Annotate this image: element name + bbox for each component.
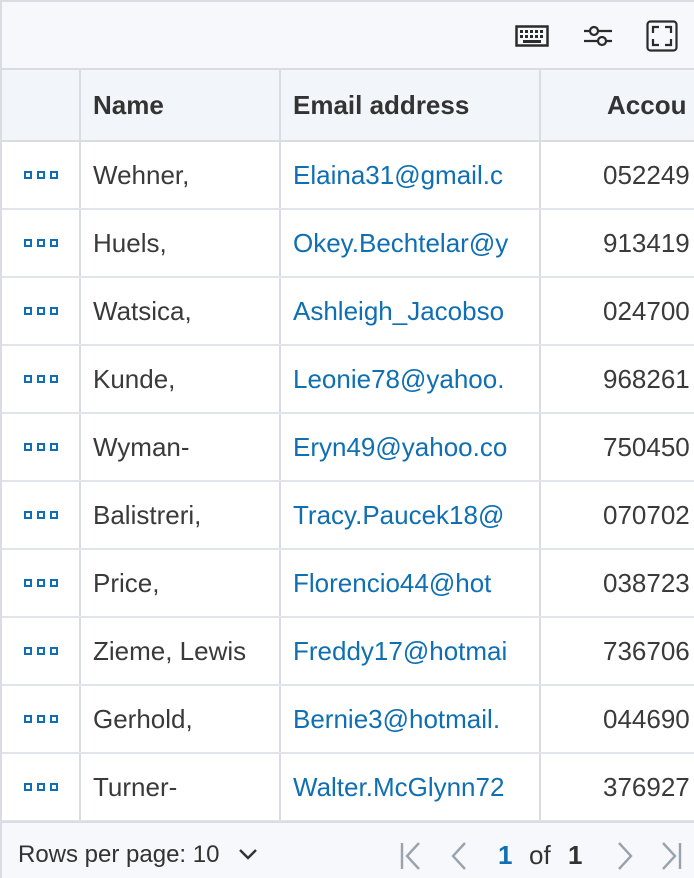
- more-options-icon: [23, 171, 58, 179]
- table-row: Turner- Walter.McGlynn72 376927: [2, 754, 694, 821]
- cell-account: 070702: [603, 499, 690, 530]
- cell-email-link[interactable]: Bernie3@hotmail.: [281, 686, 541, 752]
- cell-email-link[interactable]: Okey.Bechtelar@y: [281, 210, 541, 276]
- more-options-icon: [23, 239, 58, 247]
- more-options-icon: [23, 783, 58, 791]
- cell-account: 376927: [603, 771, 690, 802]
- cell-account: 913419: [603, 227, 690, 258]
- cell-account: 038723: [603, 567, 690, 598]
- table-row: Zieme, Lewis Freddy17@hotmai 736706: [2, 618, 694, 686]
- more-options-icon: [23, 443, 58, 451]
- keyboard-icon: [515, 25, 549, 47]
- cell-name: Zieme, Lewis: [81, 618, 281, 684]
- cell-account: 044690: [603, 703, 690, 734]
- table-header-row: Name Email address Accou: [2, 68, 694, 142]
- current-page[interactable]: 1: [498, 840, 512, 871]
- row-actions-button[interactable]: [2, 686, 81, 752]
- more-options-icon: [23, 511, 58, 519]
- cell-email-link[interactable]: Ashleigh_Jacobso: [281, 278, 541, 344]
- first-page-icon[interactable]: [400, 841, 422, 871]
- cell-name: Balistreri,: [81, 482, 281, 548]
- table-row: Wehner, Elaina31@gmail.c 052249: [2, 142, 694, 210]
- table-row: Watsica, Ashleigh_Jacobso 024700: [2, 278, 694, 346]
- cell-name: Gerhold,: [81, 686, 281, 752]
- row-actions-button[interactable]: [2, 210, 81, 276]
- cell-email-link[interactable]: Walter.McGlynn72: [281, 754, 541, 820]
- pagination-bar: Rows per page: 10 1 of 1: [0, 821, 694, 878]
- row-actions-button[interactable]: [2, 618, 81, 684]
- next-page-icon[interactable]: [616, 841, 634, 871]
- cell-name: Kunde,: [81, 346, 281, 412]
- sliders-icon: [584, 25, 612, 47]
- table-row: Gerhold, Bernie3@hotmail. 044690: [2, 686, 694, 754]
- last-page-icon[interactable]: [660, 841, 682, 871]
- row-actions-button[interactable]: [2, 482, 81, 548]
- more-options-icon: [23, 307, 58, 315]
- fullscreen-icon: [646, 20, 678, 52]
- cell-account: 750450: [603, 431, 690, 462]
- cell-account: 052249: [603, 159, 690, 190]
- header-account[interactable]: Accou: [541, 70, 694, 140]
- cell-email-link[interactable]: Leonie78@yahoo.: [281, 346, 541, 412]
- cell-email-link[interactable]: Florencio44@hot: [281, 550, 541, 616]
- cell-name: Huels,: [81, 210, 281, 276]
- cell-email-link[interactable]: Tracy.Paucek18@: [281, 482, 541, 548]
- cell-email-link[interactable]: Eryn49@yahoo.co: [281, 414, 541, 480]
- cell-account: 736706: [603, 635, 690, 666]
- cell-account: 968261: [603, 363, 690, 394]
- row-actions-button[interactable]: [2, 142, 81, 208]
- row-actions-button[interactable]: [2, 754, 81, 820]
- cell-email-link[interactable]: Freddy17@hotmai: [281, 618, 541, 684]
- of-label: of: [529, 840, 551, 870]
- row-actions-button[interactable]: [2, 414, 81, 480]
- cell-account: 024700: [603, 295, 690, 326]
- more-options-icon: [23, 715, 58, 723]
- chevron-down-icon[interactable]: [238, 847, 258, 861]
- keyboard-shortcuts-button[interactable]: [514, 18, 550, 54]
- header-email[interactable]: Email address: [281, 70, 541, 140]
- more-options-icon: [23, 375, 58, 383]
- cell-name: Turner-: [81, 754, 281, 820]
- table-row: Huels, Okey.Bechtelar@y 913419: [2, 210, 694, 278]
- previous-page-icon[interactable]: [450, 841, 468, 871]
- fullscreen-button[interactable]: [644, 18, 680, 54]
- row-actions-button[interactable]: [2, 550, 81, 616]
- total-pages: 1: [568, 840, 583, 870]
- row-actions-button[interactable]: [2, 278, 81, 344]
- header-name[interactable]: Name: [81, 70, 281, 140]
- more-options-icon: [23, 579, 58, 587]
- cell-name: Watsica,: [81, 278, 281, 344]
- data-table: Name Email address Accou Wehner, Elaina31…: [0, 68, 694, 821]
- cell-name: Wehner,: [81, 142, 281, 208]
- column-settings-button[interactable]: [580, 18, 616, 54]
- rows-per-page-label: Rows per page: 10: [18, 841, 220, 868]
- table-row: Price, Florencio44@hot 038723: [2, 550, 694, 618]
- table-row: Wyman- Eryn49@yahoo.co 750450: [2, 414, 694, 482]
- cell-email-link[interactable]: Elaina31@gmail.c: [281, 142, 541, 208]
- header-actions: [2, 70, 81, 140]
- cell-name: Price,: [81, 550, 281, 616]
- row-actions-button[interactable]: [2, 346, 81, 412]
- table-row: Kunde, Leonie78@yahoo. 968261: [2, 346, 694, 414]
- table-toolbar: [0, 0, 694, 68]
- table-row: Balistreri, Tracy.Paucek18@ 070702: [2, 482, 694, 550]
- cell-name: Wyman-: [81, 414, 281, 480]
- more-options-icon: [23, 647, 58, 655]
